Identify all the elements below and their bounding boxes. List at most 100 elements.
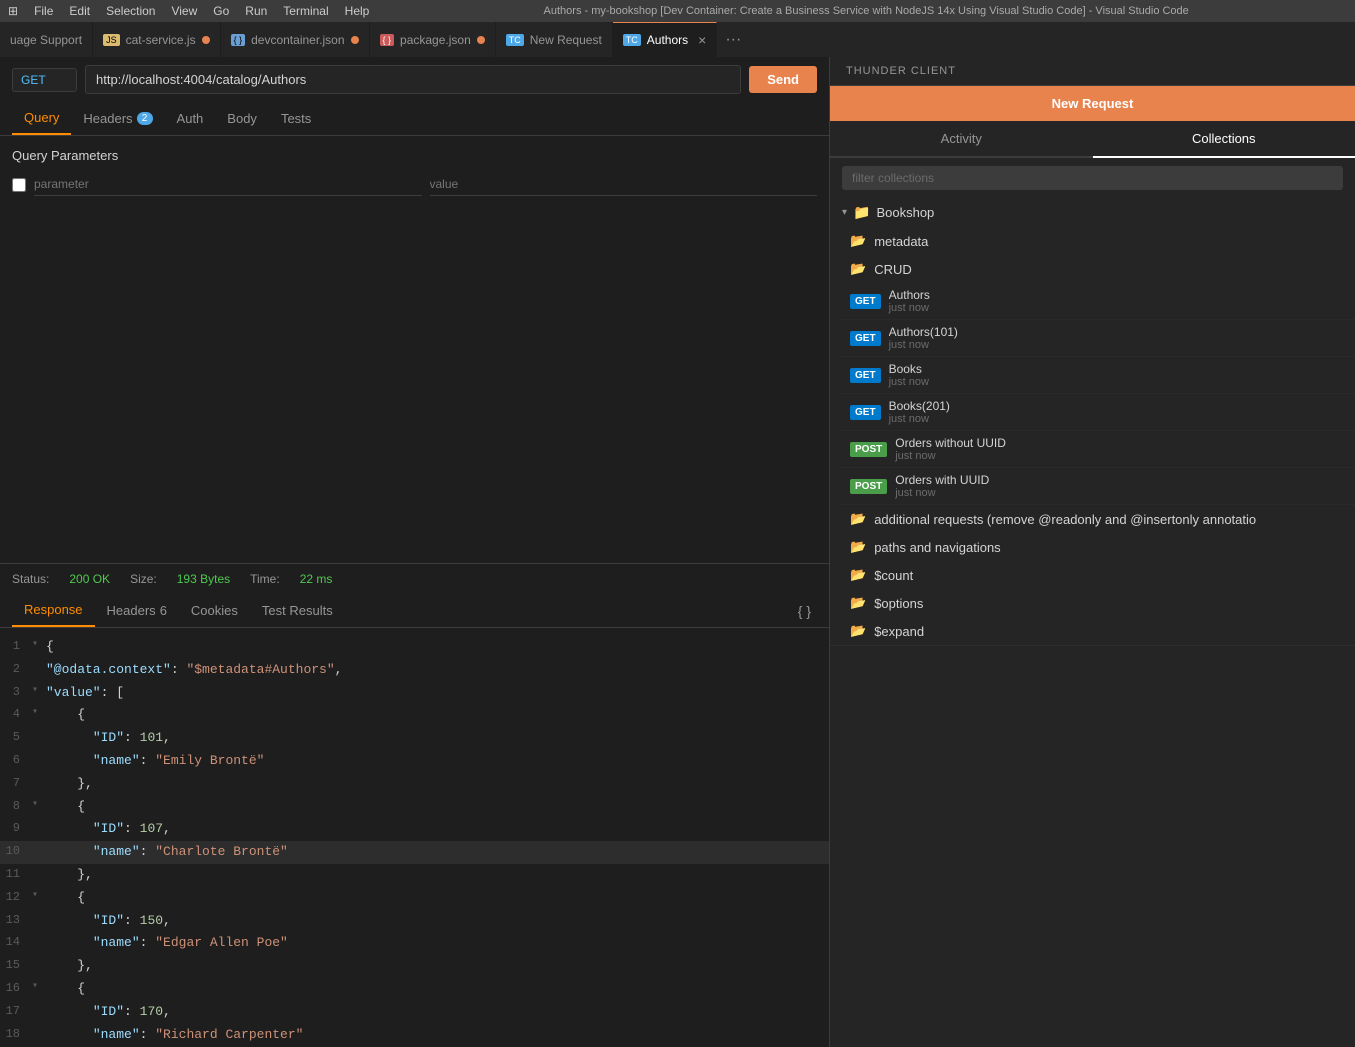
new-request-button[interactable]: New Request [830, 86, 1355, 121]
status-value: 200 OK [69, 572, 110, 586]
line-num: 18 [0, 1025, 32, 1044]
item-name: Orders without UUID [895, 436, 1343, 450]
tab-cookies[interactable]: Cookies [179, 595, 250, 626]
item-info: Authors(101) just now [889, 325, 1343, 351]
tab-label: New Request [530, 33, 602, 47]
menu-edit[interactable]: Edit [69, 4, 90, 18]
tab-new-request[interactable]: TC New Request [496, 22, 613, 57]
chevron-down-icon: ▾ [842, 207, 847, 218]
tab-devcontainer[interactable]: { } devcontainer.json [221, 22, 370, 57]
folder-icon: 📂 [850, 623, 866, 639]
list-item-metadata[interactable]: 📂 metadata [838, 227, 1355, 255]
line-content: { [46, 979, 829, 1000]
tab-label: cat-service.js [126, 33, 196, 47]
query-section: Query Parameters [0, 136, 829, 563]
tab-badge-pkg: { } [380, 34, 395, 46]
code-line-16: 16 ▾ { [0, 978, 829, 1001]
line-content: "ID": 107, [46, 819, 829, 840]
response-tabs: Response Headers 6 Cookies Test Results … [0, 594, 829, 628]
code-line-13: 13 "ID": 150, [0, 910, 829, 933]
tab-auth-label: Auth [177, 111, 204, 126]
tab-authors[interactable]: TC Authors × [613, 22, 718, 57]
list-item-paths-navs[interactable]: 📂 paths and navigations [838, 533, 1355, 561]
menu-run[interactable]: Run [245, 4, 267, 18]
query-param-input[interactable] [34, 173, 422, 196]
menu-file[interactable]: File [34, 4, 53, 18]
tab-package-json[interactable]: { } package.json [370, 22, 496, 57]
tab-badge-json: { } [231, 34, 246, 46]
tab-language-support[interactable]: uage Support [0, 22, 93, 57]
bookshop-header[interactable]: ▾ 📁 Bookshop [830, 198, 1355, 227]
panel-tab-activity[interactable]: Activity [830, 121, 1093, 158]
post-badge: POST [850, 442, 887, 457]
line-num: 15 [0, 956, 32, 975]
line-content: { [46, 637, 829, 658]
panel-tab-collections[interactable]: Collections [1093, 121, 1355, 158]
code-line-9: 9 "ID": 107, [0, 818, 829, 841]
tab-query[interactable]: Query [12, 102, 71, 135]
line-num: 12 [0, 888, 32, 907]
menu-selection[interactable]: Selection [106, 4, 155, 18]
list-item-count[interactable]: 📂 $count [838, 561, 1355, 589]
tab-badge-js: JS [103, 34, 120, 46]
code-line-18: 18 "name": "Richard Carpenter" [0, 1024, 829, 1047]
query-param-checkbox[interactable] [12, 178, 26, 192]
line-arrow: ▾ [32, 637, 46, 653]
tab-test-results[interactable]: Test Results [250, 595, 345, 626]
get-badge: GET [850, 294, 881, 309]
url-input[interactable] [85, 65, 741, 94]
tab-more[interactable]: ··· [717, 31, 749, 49]
tab-close-authors[interactable]: × [698, 32, 706, 48]
modified-dot [477, 36, 485, 44]
tab-auth[interactable]: Auth [165, 102, 216, 135]
get-badge: GET [850, 368, 881, 383]
tab-response-headers[interactable]: Headers 6 [95, 595, 179, 626]
bookshop-items: 📂 metadata 📂 CRUD GET Authors just now [830, 227, 1355, 645]
list-item-books-201[interactable]: GET Books(201) just now [838, 394, 1355, 431]
menu-view[interactable]: View [171, 4, 197, 18]
list-item-expand[interactable]: 📂 $expand [838, 617, 1355, 645]
tab-tests[interactable]: Tests [269, 102, 323, 135]
tab-response[interactable]: Response [12, 594, 95, 627]
line-content: "name": "Emily Brontë" [46, 751, 829, 772]
menu-go[interactable]: Go [213, 4, 229, 18]
line-content: "name": "Richard Carpenter" [46, 1025, 829, 1046]
query-value-input[interactable] [430, 173, 818, 196]
item-time: just now [895, 450, 1343, 462]
menu-help[interactable]: Help [345, 4, 370, 18]
folder-icon: 📂 [850, 233, 866, 249]
item-name: Books(201) [889, 399, 1343, 413]
tab-headers[interactable]: Headers 2 [71, 102, 164, 135]
send-button[interactable]: Send [749, 66, 817, 93]
list-item-books[interactable]: GET Books just now [838, 357, 1355, 394]
list-item-orders-no-uuid[interactable]: POST Orders without UUID just now [838, 431, 1355, 468]
line-content: }, [46, 956, 829, 977]
list-item-additional-requests[interactable]: 📂 additional requests (remove @readonly … [838, 505, 1355, 533]
item-name: $options [874, 596, 923, 611]
item-info: Authors just now [889, 288, 1343, 314]
size-value: 193 Bytes [177, 572, 230, 586]
tab-body[interactable]: Body [215, 102, 269, 135]
post-badge: POST [850, 479, 887, 494]
list-item-authors[interactable]: GET Authors just now [838, 283, 1355, 320]
folder-icon: 📁 [853, 204, 870, 221]
folder-icon: 📂 [850, 261, 866, 277]
list-item-options[interactable]: 📂 $options [838, 589, 1355, 617]
filter-collections-input[interactable] [842, 166, 1343, 190]
code-line-15: 15 }, [0, 955, 829, 978]
item-name: Books [889, 362, 1343, 376]
method-select[interactable]: GET POST PUT DELETE PATCH [12, 68, 77, 92]
folder-icon: 📂 [850, 595, 866, 611]
line-num: 14 [0, 933, 32, 952]
tab-label-authors: Authors [647, 33, 688, 47]
list-item-authors-101[interactable]: GET Authors(101) just now [838, 320, 1355, 357]
tab-cat-service[interactable]: JS cat-service.js [93, 22, 221, 57]
line-num: 1 [0, 637, 32, 656]
format-json-button[interactable]: { } [792, 601, 817, 621]
list-item-crud[interactable]: 📂 CRUD [838, 255, 1355, 283]
modified-dot [351, 36, 359, 44]
status-label: Status: [12, 572, 49, 586]
code-line-10: 10 "name": "Charlote Brontë" [0, 841, 829, 864]
list-item-orders-uuid[interactable]: POST Orders with UUID just now [838, 468, 1355, 505]
menu-terminal[interactable]: Terminal [283, 4, 328, 18]
